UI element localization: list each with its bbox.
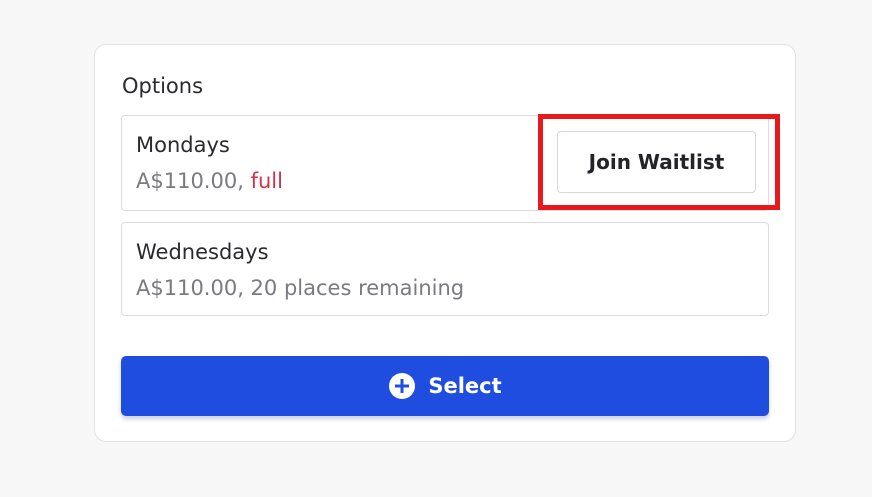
plus-circle-icon	[389, 373, 416, 399]
option-details: A$110.00, full	[136, 168, 283, 194]
option-wednesdays[interactable]: Wednesdays A$110.00, 20 places remaining	[121, 222, 769, 316]
options-card: Options Mondays A$110.00, full Join Wait…	[94, 44, 796, 442]
options-heading: Options	[122, 74, 204, 98]
select-button[interactable]: Select	[121, 356, 769, 416]
option-name: Wednesdays	[136, 240, 269, 264]
status-full: full	[250, 169, 283, 193]
join-waitlist-button[interactable]: Join Waitlist	[557, 131, 756, 193]
option-price: A$110.00,	[136, 169, 244, 193]
option-details: A$110.00, 20 places remaining	[136, 276, 465, 300]
option-name: Mondays	[136, 133, 230, 157]
select-label: Select	[428, 374, 502, 398]
option-mondays[interactable]: Mondays A$110.00, full Join Waitlist	[121, 115, 769, 211]
page: Options Mondays A$110.00, full Join Wait…	[0, 0, 872, 497]
